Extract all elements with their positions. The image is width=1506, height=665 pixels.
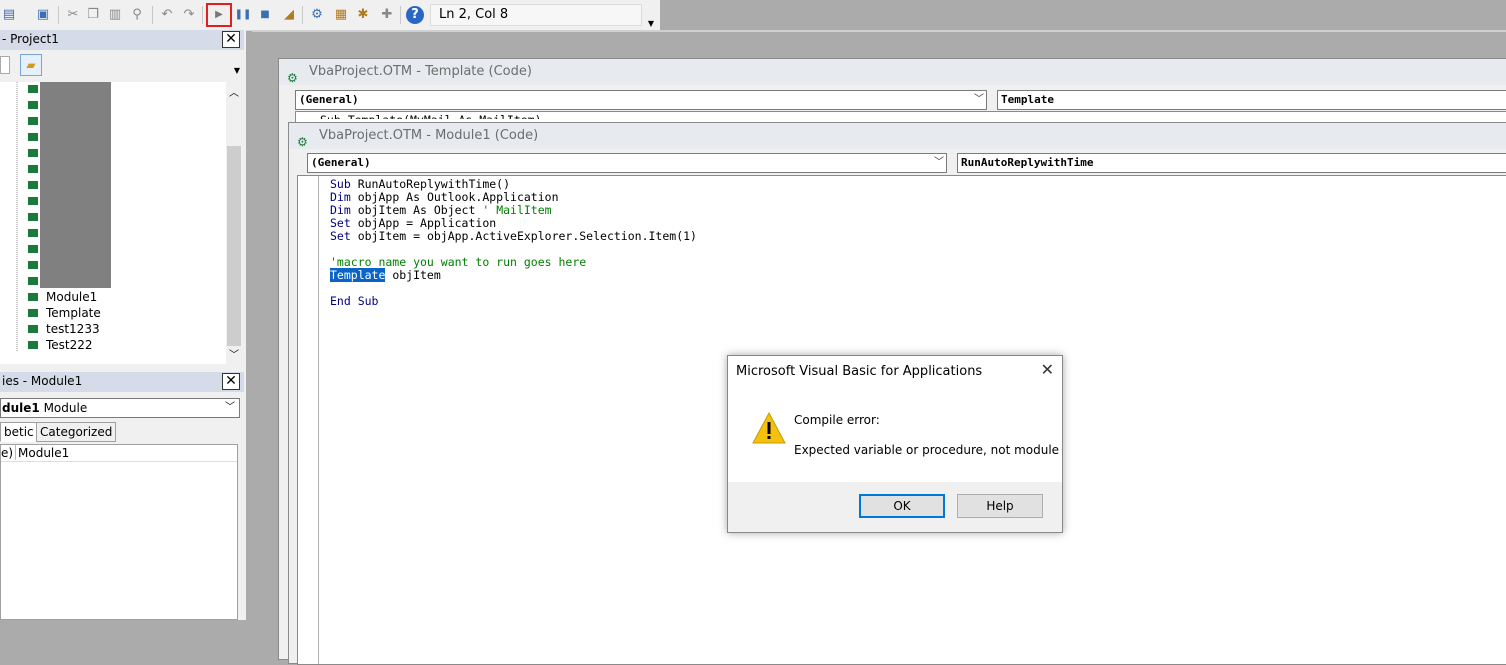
chevron-up-icon[interactable]: ︿ xyxy=(229,84,239,99)
dialog-button-bar: OK Help xyxy=(728,482,1062,532)
tree-item-test222[interactable]: Test222 xyxy=(46,337,93,353)
run-button-highlight xyxy=(206,3,232,27)
project-explorer-toolbar: ▰ ▼ xyxy=(0,52,244,80)
object-combo-value: (General) xyxy=(311,156,371,169)
module-icons xyxy=(28,85,38,349)
properties-window-icon[interactable]: ▦ xyxy=(332,6,350,24)
object-combo-value: (General) xyxy=(299,93,359,106)
module1-code-window-title: VbaProject.OTM - Module1 (Code) xyxy=(319,128,539,143)
toolbox-icon[interactable]: ✚ xyxy=(378,6,396,24)
code-line: End Sub xyxy=(330,294,379,308)
tab-alphabetic[interactable]: betic xyxy=(0,422,38,442)
object-name: dule1 xyxy=(2,401,40,415)
properties-titlebar: ies - Module1 ✕ xyxy=(0,372,244,392)
toolbar-separator xyxy=(152,6,153,24)
object-combo[interactable]: (General) ﹀ xyxy=(307,153,947,173)
view-code-icon[interactable] xyxy=(0,56,10,74)
object-selector[interactable]: dule1 Module ﹀ xyxy=(0,398,240,418)
project-explorer-icon[interactable]: ⚙ xyxy=(308,6,326,24)
chevron-down-icon: ﹀ xyxy=(934,157,944,168)
property-row[interactable]: e) Module1 xyxy=(1,445,237,462)
break-icon[interactable]: ❚❚ xyxy=(234,6,252,24)
procedure-combo-value: Template xyxy=(1001,93,1054,106)
object-type: Module xyxy=(43,401,88,415)
cursor-position-readout: Ln 2, Col 8 xyxy=(430,4,642,26)
close-icon[interactable]: ✕ xyxy=(1041,360,1054,379)
procedure-combo-value: RunAutoReplywithTime xyxy=(961,156,1094,169)
help-icon[interactable]: ? xyxy=(406,6,424,24)
standard-toolbar: ▤ ▣ ✂ ❐ ▥ ⚲ ↶ ↷ ▶ ❚❚ ■ ◢ ⚙ ▦ ✱ ✚ ? Ln 2,… xyxy=(0,0,660,31)
dialog-title: Microsoft Visual Basic for Applications xyxy=(736,364,983,379)
chevron-down-icon: ﹀ xyxy=(974,94,984,105)
module-icon: ⚙ xyxy=(297,135,308,149)
procedure-combo[interactable]: RunAutoReplywithTime xyxy=(957,153,1506,173)
copy-icon[interactable]: ❐ xyxy=(84,6,102,24)
close-icon[interactable]: ✕ xyxy=(222,31,240,48)
code-line: Set objItem = objApp.ActiveExplorer.Sele… xyxy=(330,229,697,243)
scrollbar-thumb[interactable] xyxy=(227,146,241,346)
tree-item-module1[interactable]: Module1 xyxy=(46,289,97,305)
toolbar-separator xyxy=(302,6,303,24)
save-icon[interactable]: ▣ xyxy=(34,6,52,24)
procedure-combo[interactable]: Template xyxy=(997,90,1506,110)
paste-icon[interactable]: ▥ xyxy=(106,6,124,24)
project-explorer-titlebar: - Project1 ✕ xyxy=(0,30,244,50)
property-value[interactable]: Module1 xyxy=(18,446,69,460)
selected-text: Template xyxy=(330,268,386,282)
chevron-down-icon: ﹀ xyxy=(225,402,235,413)
template-code-window-title: VbaProject.OTM - Template (Code) xyxy=(309,64,532,79)
toolbar-options-icon[interactable]: ▼ xyxy=(646,4,656,28)
compile-error-dialog: Microsoft Visual Basic for Applications … xyxy=(727,355,1063,533)
tab-categorized[interactable]: Categorized xyxy=(36,422,117,442)
cut-icon[interactable]: ✂ xyxy=(64,6,82,24)
properties-grid: e) Module1 xyxy=(0,444,238,620)
close-icon[interactable]: ✕ xyxy=(222,373,240,390)
toolbar-separator xyxy=(400,6,401,24)
code-line-partial: Sub Template(MyMail As MailItem) xyxy=(320,114,542,119)
error-heading: Compile error: xyxy=(794,413,880,427)
ok-button[interactable]: OK xyxy=(859,494,945,518)
module1-code-window-titlebar[interactable]: ⚙ VbaProject.OTM - Module1 (Code) xyxy=(289,123,1506,149)
undo-icon[interactable]: ↶ xyxy=(158,6,176,24)
object-browser-icon[interactable]: ✱ xyxy=(354,6,372,24)
object-combo[interactable]: (General) ﹀ xyxy=(295,90,987,110)
project-explorer-title: - Project1 xyxy=(2,32,59,46)
toolbar-separator xyxy=(202,6,203,24)
find-icon[interactable]: ⚲ xyxy=(128,6,146,24)
tree-lines-and-icons xyxy=(16,82,111,352)
redacted-module-names xyxy=(40,82,111,288)
help-button[interactable]: Help xyxy=(957,494,1043,518)
left-dock: - Project1 ✕ ▰ ▼ Module1 Template test12… xyxy=(0,30,246,620)
warning-icon xyxy=(752,412,786,444)
toolbar-separator xyxy=(58,6,59,24)
view-microsoft-outlook-icon[interactable]: ▤ xyxy=(0,6,18,24)
properties-title: ies - Module1 xyxy=(2,374,83,388)
toggle-folders-icon[interactable]: ▰ xyxy=(20,54,42,76)
code-margin-indicator-bar[interactable] xyxy=(298,176,319,664)
project-tree: Module1 Template test1233 Test222 xyxy=(0,82,226,364)
tree-item-template[interactable]: Template xyxy=(46,305,101,321)
chevron-down-icon[interactable]: ﹀ xyxy=(229,346,239,361)
reset-icon[interactable]: ■ xyxy=(256,6,274,24)
template-code-window-titlebar[interactable]: ⚙ VbaProject.OTM - Template (Code) xyxy=(279,59,1506,85)
code-line: Template objItem xyxy=(330,268,441,282)
toolbar-options-icon[interactable]: ▼ xyxy=(232,56,242,76)
redo-icon[interactable]: ↷ xyxy=(180,6,198,24)
module-icon: ⚙ xyxy=(287,71,298,85)
error-message: Expected variable or procedure, not modu… xyxy=(794,443,1060,457)
design-mode-icon[interactable]: ◢ xyxy=(280,6,298,24)
property-name: e) xyxy=(1,446,14,460)
tree-item-test1233[interactable]: test1233 xyxy=(46,321,100,337)
